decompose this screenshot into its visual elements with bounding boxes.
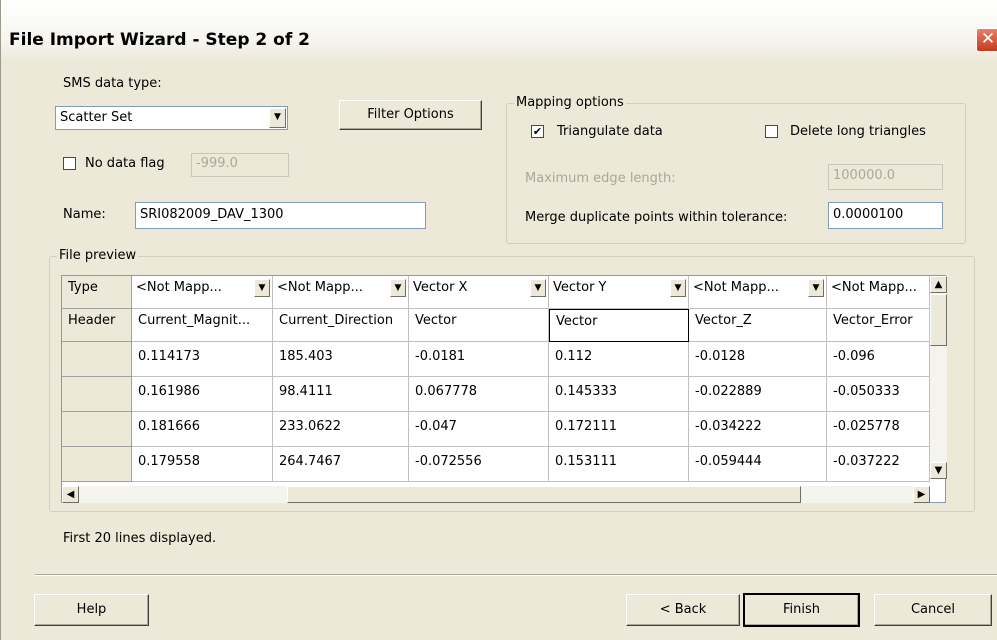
window-title: File Import Wizard - Step 2 of 2: [9, 30, 310, 50]
no-data-flag-label: No data flag: [85, 156, 165, 171]
chevron-down-icon[interactable]: ▼: [808, 279, 824, 297]
chevron-down-icon[interactable]: ▼: [269, 108, 286, 128]
row-header: [62, 377, 132, 412]
help-button[interactable]: Help: [34, 594, 149, 626]
header-cell[interactable]: Current_Magnit...: [132, 309, 273, 342]
name-field[interactable]: SRI082009_DAV_1300: [135, 202, 426, 229]
name-label: Name:: [63, 207, 106, 222]
column-type-value: <Not Mapp...: [831, 280, 917, 295]
horizontal-scroll-thumb[interactable]: [287, 486, 801, 503]
data-cell[interactable]: 98.4111: [273, 377, 409, 412]
data-cell[interactable]: -0.050333: [827, 377, 930, 412]
scroll-up-icon[interactable]: ▲: [930, 276, 947, 293]
data-cell[interactable]: 0.181666: [132, 412, 273, 447]
filter-options-button[interactable]: Filter Options: [339, 100, 482, 130]
row-header: [62, 412, 132, 447]
delete-long-triangles-checkbox[interactable]: [765, 125, 778, 138]
cancel-button[interactable]: Cancel: [874, 594, 992, 626]
data-cell[interactable]: -0.037222: [827, 447, 930, 482]
preview-status-text: First 20 lines displayed.: [63, 531, 217, 546]
column-type-value: <Not Mapp...: [693, 280, 779, 295]
file-preview-legend: File preview: [57, 248, 139, 263]
column-type-value: <Not Mapp...: [277, 280, 363, 295]
header-cell[interactable]: Current_Direction: [273, 309, 409, 342]
header-cell[interactable]: Vector: [409, 309, 549, 342]
data-type-label: SMS data type:: [63, 76, 162, 91]
no-data-flag-field[interactable]: -999.0: [191, 153, 289, 177]
data-cell[interactable]: -0.059444: [689, 447, 827, 482]
data-cell[interactable]: 0.161986: [132, 377, 273, 412]
data-cell[interactable]: -0.072556: [409, 447, 549, 482]
chevron-down-icon[interactable]: ▼: [530, 279, 546, 297]
scroll-right-icon[interactable]: ▶: [913, 486, 930, 503]
bottom-separator: [35, 574, 997, 576]
delete-long-triangles-label: Delete long triangles: [790, 124, 926, 139]
column-type-value: Vector X: [413, 280, 468, 295]
max-edge-length-field[interactable]: 100000.0: [828, 164, 943, 190]
data-cell[interactable]: -0.034222: [689, 412, 827, 447]
column-type-value: Vector Y: [553, 280, 607, 295]
mapping-options-legend: Mapping options: [514, 95, 626, 110]
data-cell[interactable]: -0.025778: [827, 412, 930, 447]
data-cell[interactable]: 0.114173: [132, 342, 273, 377]
data-cell[interactable]: 233.0622: [273, 412, 409, 447]
header-cell-editing[interactable]: Vector: [549, 309, 689, 342]
vertical-scroll-thumb[interactable]: [930, 294, 947, 346]
scroll-down-icon[interactable]: ▼: [930, 462, 947, 479]
data-cell[interactable]: -0.0128: [689, 342, 827, 377]
data-cell[interactable]: 0.179558: [132, 447, 273, 482]
data-cell[interactable]: 0.153111: [549, 447, 689, 482]
header-row-header: Header: [62, 309, 132, 342]
chevron-down-icon[interactable]: ▼: [670, 279, 686, 297]
close-button[interactable]: ✕: [976, 28, 997, 52]
scroll-left-icon[interactable]: ◀: [62, 486, 79, 503]
preview-grid: Type <Not Mapp... ▼ <Not Mapp... ▼ Vector …: [61, 275, 946, 503]
row-header: [62, 342, 132, 377]
column-type-dropdown[interactable]: <Not Mapp... ▼: [689, 276, 827, 309]
column-type-value: <Not Mapp...: [136, 280, 222, 295]
data-type-value: Scatter Set: [60, 110, 133, 125]
title-bar: File Import Wizard - Step 2 of 2 ✕: [1, 0, 997, 62]
column-type-dropdown[interactable]: <Not Mapp... ▼: [132, 276, 273, 309]
data-cell[interactable]: 185.403: [273, 342, 409, 377]
data-type-dropdown[interactable]: Scatter Set ▼: [55, 106, 288, 130]
type-row-header: Type: [62, 276, 132, 309]
data-cell[interactable]: -0.022889: [689, 377, 827, 412]
back-button[interactable]: < Back: [626, 594, 740, 626]
column-type-dropdown[interactable]: Vector X ▼: [409, 276, 549, 309]
data-cell[interactable]: -0.096: [827, 342, 930, 377]
file-import-wizard-window: File Import Wizard - Step 2 of 2 ✕ SMS d…: [0, 0, 997, 640]
triangulate-label: Triangulate data: [557, 124, 663, 139]
data-cell[interactable]: 264.7467: [273, 447, 409, 482]
merge-tolerance-label: Merge duplicate points within tolerance:: [525, 210, 788, 225]
vertical-scrollbar[interactable]: ▲ ▼: [930, 276, 947, 479]
close-icon: ✕: [980, 29, 996, 49]
row-header: [62, 447, 132, 482]
chevron-down-icon[interactable]: ▼: [254, 279, 270, 297]
horizontal-scrollbar[interactable]: ◀ ▶: [62, 486, 930, 503]
data-cell[interactable]: -0.0181: [409, 342, 549, 377]
data-cell[interactable]: 0.145333: [549, 377, 689, 412]
column-type-dropdown[interactable]: Vector Y ▼: [549, 276, 689, 309]
finish-button[interactable]: Finish: [743, 593, 860, 627]
data-cell[interactable]: 0.112: [549, 342, 689, 377]
no-data-flag-checkbox[interactable]: [63, 157, 76, 170]
chevron-down-icon[interactable]: ▼: [390, 279, 406, 297]
header-cell[interactable]: Vector_Error: [827, 309, 930, 342]
data-cell[interactable]: 0.067778: [409, 377, 549, 412]
header-cell[interactable]: Vector_Z: [689, 309, 827, 342]
merge-tolerance-field[interactable]: 0.0000100: [828, 202, 943, 229]
data-cell[interactable]: 0.172111: [549, 412, 689, 447]
column-type-dropdown[interactable]: <Not Mapp...: [827, 276, 930, 309]
check-icon: ✔: [532, 125, 543, 138]
column-type-dropdown[interactable]: <Not Mapp... ▼: [273, 276, 409, 309]
triangulate-checkbox[interactable]: ✔: [531, 125, 544, 138]
data-cell[interactable]: -0.047: [409, 412, 549, 447]
max-edge-length-label: Maximum edge length:: [525, 171, 676, 186]
